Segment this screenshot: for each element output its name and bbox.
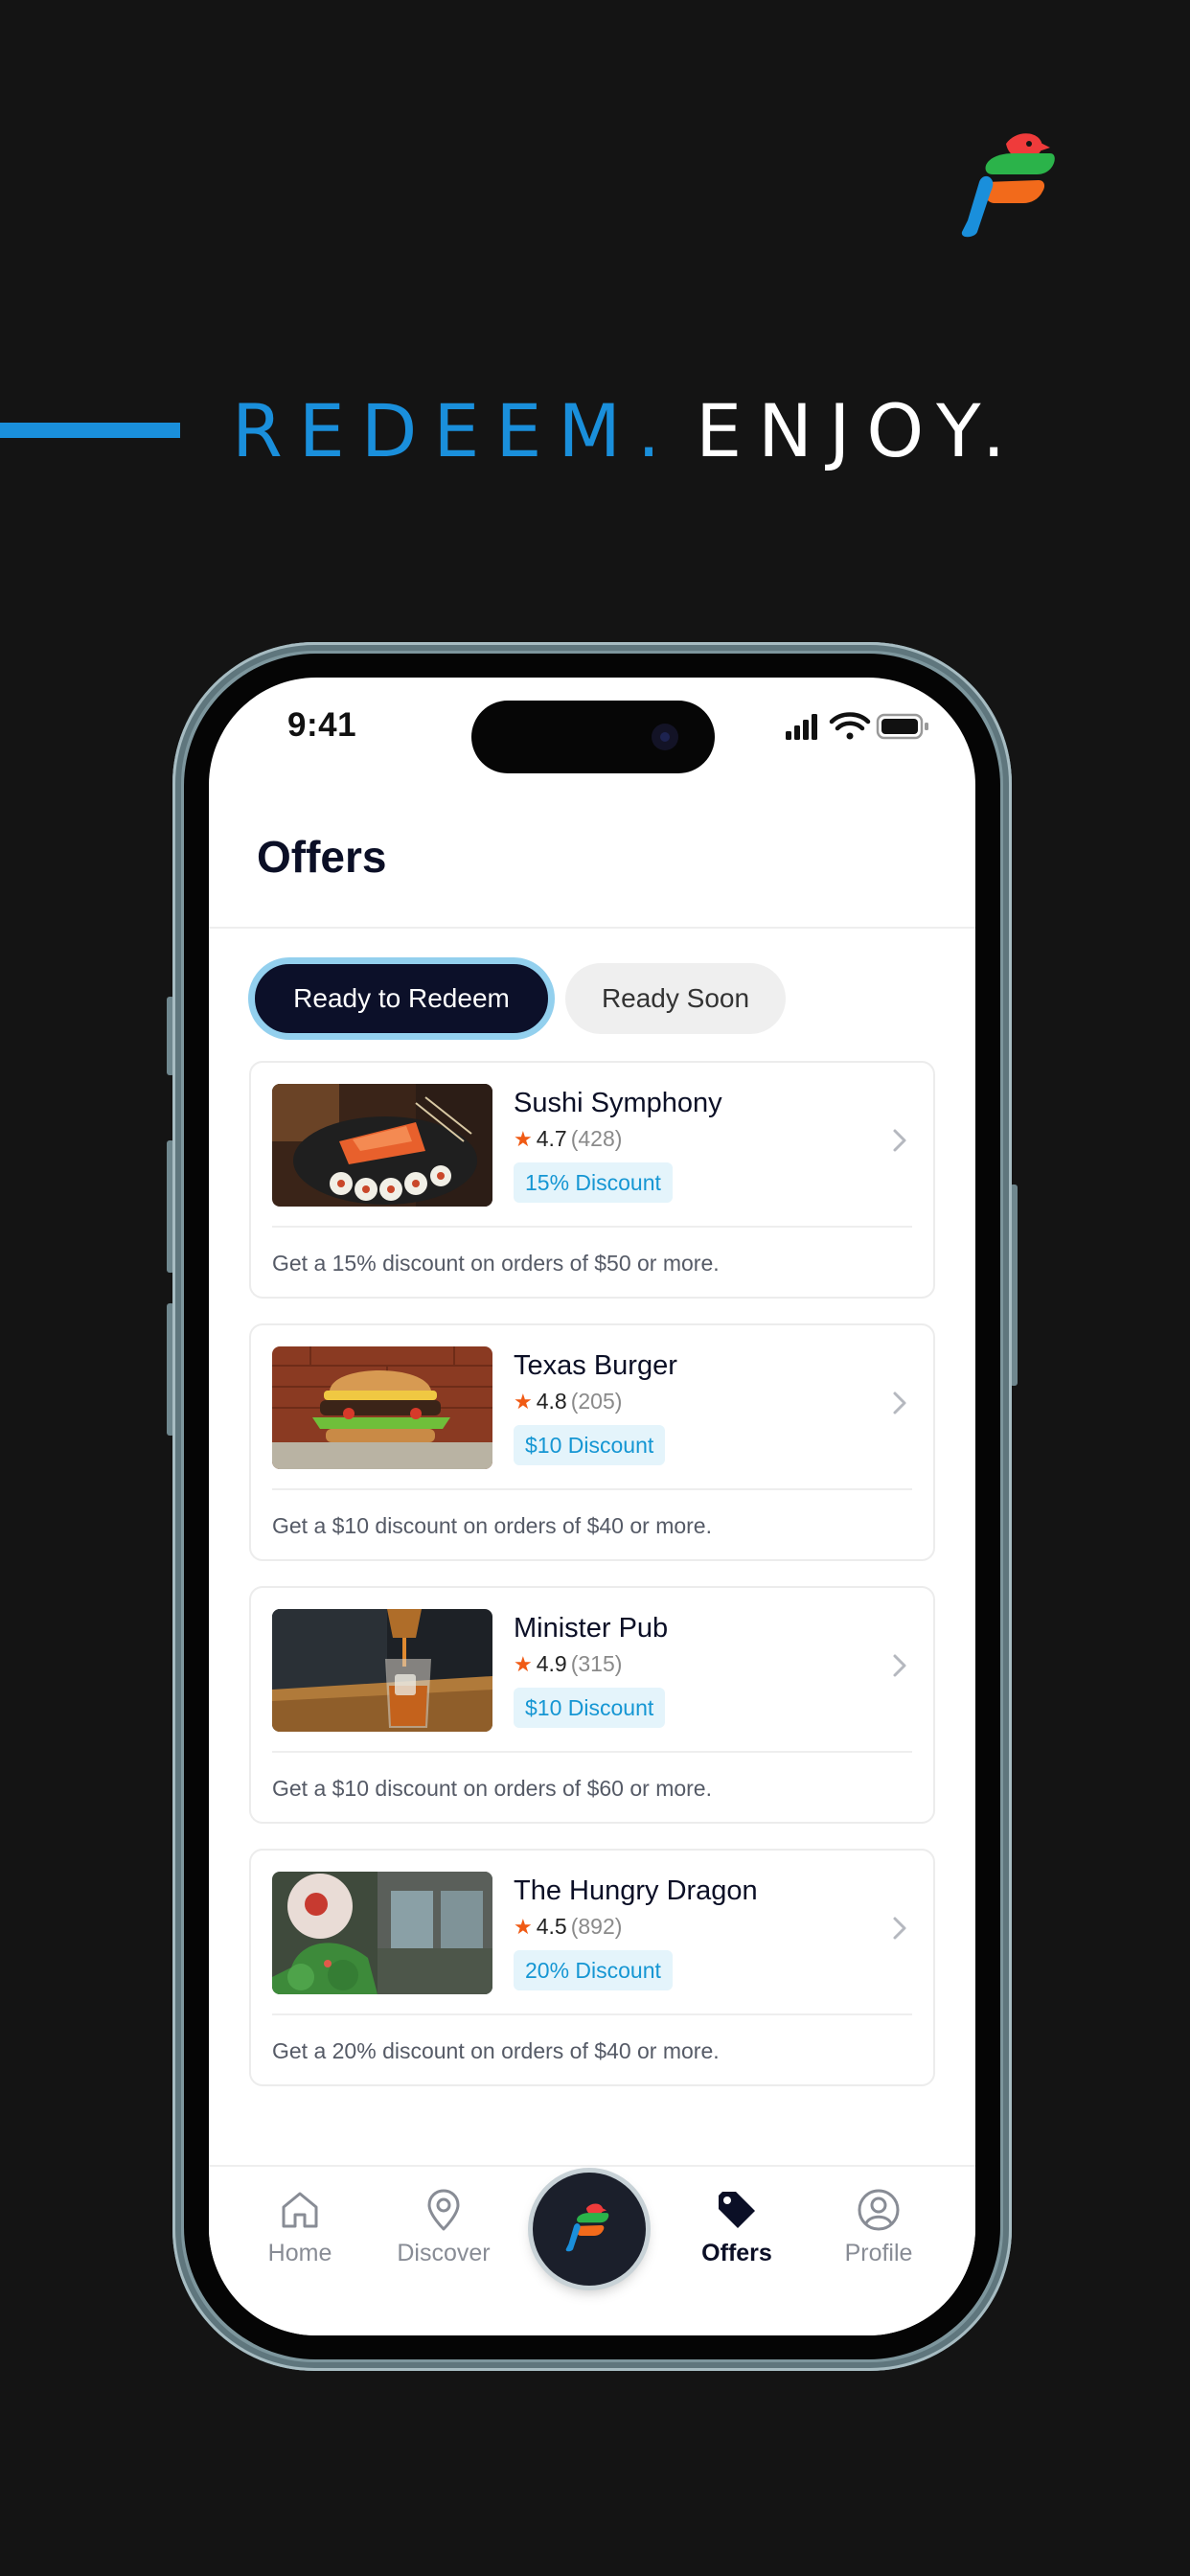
card-divider [272, 1488, 912, 1490]
status-icons [786, 712, 928, 740]
offer-image-sushi [272, 1084, 492, 1207]
offer-card[interactable]: Texas Burger ★ 4.8 (205) $10 Discount Get … [249, 1323, 935, 1561]
status-time: 9:41 [287, 706, 357, 744]
star-icon: ★ [514, 1390, 533, 1414]
discount-badge: 20% Discount [514, 1950, 673, 1990]
headline-accent-line [0, 423, 180, 438]
location-pin-icon [427, 2189, 460, 2231]
nav-label-home: Home [267, 2240, 332, 2266]
front-camera [652, 724, 678, 750]
rating-count: (315) [570, 1651, 623, 1676]
home-icon [282, 2192, 318, 2228]
offer-description: Get a 20% discount on orders of $40 or m… [272, 2038, 720, 2063]
tag-icon [719, 2192, 755, 2228]
sushi-photo-icon [272, 1084, 492, 1207]
battery-icon [876, 713, 928, 740]
offer-card[interactable]: Sushi Symphony ★ 4.7 (428) 15% Discount Ge… [249, 1061, 935, 1299]
center-logo-button[interactable] [533, 2173, 646, 2286]
offer-name: Minister Pub [514, 1613, 669, 1644]
tab-ready-soon[interactable]: Ready Soon [565, 963, 786, 1034]
profile-icon [858, 2189, 900, 2231]
tab-ready-to-redeem[interactable]: Ready to Redeem [248, 957, 555, 1040]
star-icon: ★ [514, 1652, 533, 1676]
nav-label-offers: Offers [701, 2240, 772, 2266]
offer-description: Get a 15% discount on orders of $50 or m… [272, 1251, 720, 1276]
offer-description: Get a $10 discount on orders of $40 or m… [272, 1513, 712, 1538]
chevron-right-icon [893, 1654, 906, 1677]
offer-rating: ★ 4.9 (315) [514, 1651, 622, 1677]
nav-item-offers[interactable]: Offers [665, 2188, 809, 2284]
offer-image-dragon [272, 1872, 492, 1994]
chevron-right-icon [893, 1392, 906, 1414]
star-icon: ★ [514, 1915, 533, 1939]
headline-redeem: REDEEM. [232, 388, 677, 473]
rating-count: (428) [570, 1126, 623, 1151]
offer-image-pub [272, 1609, 492, 1732]
brand-logo-icon [565, 2203, 609, 2252]
nav-item-profile[interactable]: Profile [807, 2188, 950, 2284]
rating-value: 4.8 [536, 1389, 567, 1414]
chevron-right-icon [893, 1917, 906, 1940]
card-divider [272, 1751, 912, 1753]
rating-value: 4.9 [536, 1651, 567, 1676]
dynamic-island [471, 701, 715, 773]
title-divider [209, 927, 975, 929]
nav-label-discover: Discover [397, 2240, 491, 2266]
burger-photo-icon [272, 1346, 492, 1469]
brand-logo-icon [961, 133, 1055, 238]
rating-count: (892) [570, 1914, 623, 1939]
whiskey-photo-icon [272, 1609, 492, 1732]
card-divider [272, 2013, 912, 2015]
offer-description: Get a $10 discount on orders of $60 or m… [272, 1776, 712, 1801]
bottom-nav: Home Discover Offers Profile [209, 2165, 975, 2335]
nav-label-profile: Profile [844, 2240, 913, 2266]
phone-screen: 9:41 Offers Ready to Redeem Ready Soon S… [209, 678, 975, 2335]
restaurant-photo-icon [272, 1872, 492, 1994]
discount-badge: $10 Discount [514, 1688, 666, 1728]
discount-badge: $10 Discount [514, 1425, 666, 1465]
offer-rating: ★ 4.7 (428) [514, 1126, 622, 1152]
offer-name: The Hungry Dragon [514, 1875, 758, 1906]
offer-rating: ★ 4.8 (205) [514, 1389, 622, 1414]
cellular-signal-icon [786, 714, 817, 740]
headline: REDEEM. ENJOY. [232, 383, 1021, 479]
offer-card[interactable]: Minister Pub ★ 4.9 (315) $10 Discount Get … [249, 1586, 935, 1824]
rating-value: 4.7 [536, 1126, 567, 1151]
offer-rating: ★ 4.5 (892) [514, 1914, 622, 1940]
offer-image-burger [272, 1346, 492, 1469]
offer-name: Sushi Symphony [514, 1088, 722, 1118]
offer-card[interactable]: The Hungry Dragon ★ 4.5 (892) 20% Discount… [249, 1849, 935, 2086]
star-icon: ★ [514, 1127, 533, 1151]
page-title: Offers [257, 832, 387, 882]
nav-item-discover[interactable]: Discover [372, 2188, 515, 2284]
discount-badge: 15% Discount [514, 1162, 673, 1203]
wifi-icon [829, 712, 871, 740]
offer-name: Texas Burger [514, 1350, 677, 1381]
rating-value: 4.5 [536, 1914, 567, 1939]
nav-item-home[interactable]: Home [228, 2188, 372, 2284]
card-divider [272, 1226, 912, 1228]
rating-count: (205) [570, 1389, 623, 1414]
headline-enjoy: ENJOY. [696, 388, 1022, 473]
chevron-right-icon [893, 1129, 906, 1152]
